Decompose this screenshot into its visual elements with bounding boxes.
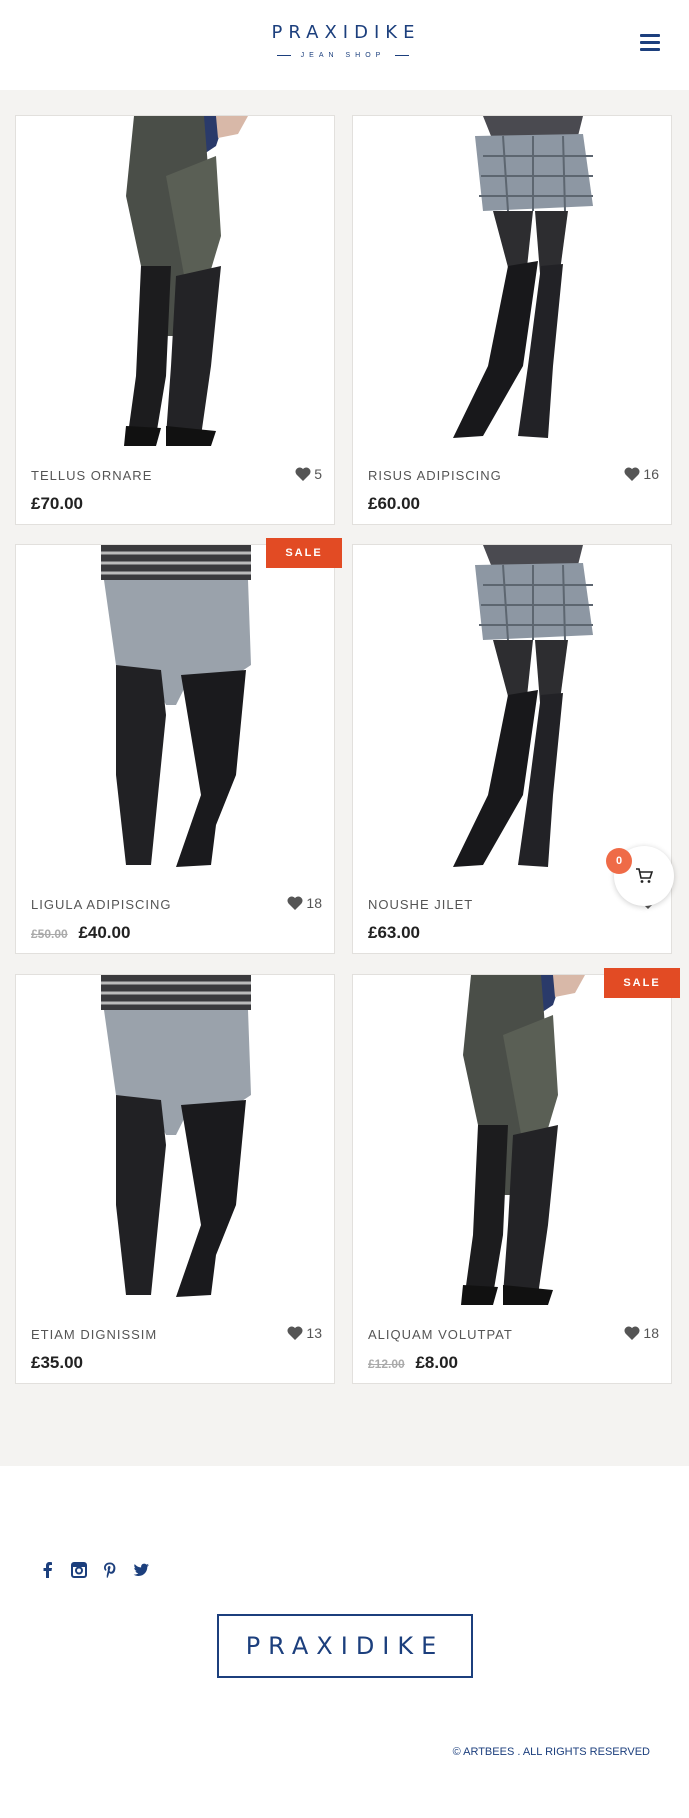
copyright-text: © ARTBEES . ALL RIGHTS RESERVED bbox=[452, 1746, 650, 1758]
product-price: £70.00 bbox=[31, 494, 83, 514]
product-name[interactable]: TELLUS ORNARE bbox=[31, 468, 152, 483]
product-card[interactable]: ETIAM DIGNISSIM 13 £35.00 bbox=[15, 974, 335, 1384]
tagline-dash-right bbox=[395, 55, 410, 56]
product-price: £12.00 £8.00 bbox=[368, 1353, 458, 1373]
product-price: £35.00 bbox=[31, 1353, 83, 1373]
current-price: £63.00 bbox=[368, 923, 420, 942]
product-name[interactable]: RISUS ADIPISCING bbox=[368, 468, 502, 483]
cart-icon bbox=[636, 868, 653, 883]
like-counter[interactable]: 18 bbox=[287, 895, 322, 911]
product-price: £60.00 bbox=[368, 494, 420, 514]
old-price: £50.00 bbox=[31, 927, 68, 941]
heart-icon[interactable] bbox=[295, 467, 311, 481]
sale-badge: SALE bbox=[266, 538, 342, 568]
site-logo[interactable]: PRAXIDIKE JEAN SHOP bbox=[258, 22, 428, 59]
current-price: £40.00 bbox=[78, 923, 131, 942]
footer-logo[interactable]: PRAXIDIKE bbox=[217, 1614, 473, 1678]
product-card[interactable]: RISUS ADIPISCING 16 £60.00 bbox=[352, 115, 672, 525]
heart-icon[interactable] bbox=[624, 1326, 640, 1340]
product-grid: TELLUS ORNARE 5 £70.00 RISUS ADIPISCING bbox=[0, 90, 689, 1466]
old-price: £12.00 bbox=[368, 1357, 405, 1371]
like-counter[interactable]: 18 bbox=[624, 1325, 659, 1341]
current-price: £70.00 bbox=[31, 494, 83, 513]
product-price: £50.00 £40.00 bbox=[31, 923, 130, 943]
like-count: 5 bbox=[314, 466, 322, 482]
like-count: 18 bbox=[306, 895, 322, 911]
like-count: 13 bbox=[306, 1325, 322, 1341]
product-image[interactable] bbox=[16, 116, 334, 456]
like-counter[interactable]: 5 bbox=[295, 466, 322, 482]
like-counter[interactable]: 16 bbox=[624, 466, 659, 482]
site-header: PRAXIDIKE JEAN SHOP bbox=[0, 0, 689, 90]
product-price: £63.00 bbox=[368, 923, 420, 943]
logo-tagline-row: JEAN SHOP bbox=[258, 52, 428, 59]
hamburger-icon[interactable] bbox=[640, 34, 660, 52]
pinterest-icon[interactable] bbox=[100, 1560, 120, 1580]
product-name[interactable]: ETIAM DIGNISSIM bbox=[31, 1327, 157, 1342]
current-price: £35.00 bbox=[31, 1353, 83, 1372]
product-name[interactable]: NOUSHE JILET bbox=[368, 897, 473, 912]
logo-text: PRAXIDIKE bbox=[271, 22, 421, 43]
like-count: 16 bbox=[643, 466, 659, 482]
tagline-dash-left bbox=[276, 55, 291, 56]
product-card[interactable]: SALE ALIQUAM VOLUTPAT 18 £12.00 £8.00 bbox=[352, 968, 680, 1384]
heart-icon[interactable] bbox=[287, 896, 303, 910]
product-name[interactable]: LIGULA ADIPISCING bbox=[31, 897, 172, 912]
facebook-icon[interactable] bbox=[38, 1560, 58, 1580]
product-image[interactable] bbox=[16, 975, 334, 1315]
logo-tagline: JEAN SHOP bbox=[300, 52, 386, 59]
product-card[interactable]: TELLUS ORNARE 5 £70.00 bbox=[15, 115, 335, 525]
current-price: £60.00 bbox=[368, 494, 420, 513]
product-image[interactable] bbox=[353, 975, 671, 1315]
product-image[interactable] bbox=[353, 545, 671, 885]
twitter-icon[interactable] bbox=[131, 1560, 151, 1580]
cart-count-badge: 0 bbox=[606, 848, 632, 874]
product-image[interactable] bbox=[353, 116, 671, 456]
like-counter[interactable]: 13 bbox=[287, 1325, 322, 1341]
social-links bbox=[38, 1560, 162, 1580]
instagram-icon[interactable] bbox=[69, 1560, 89, 1580]
heart-icon[interactable] bbox=[624, 467, 640, 481]
like-count: 18 bbox=[643, 1325, 659, 1341]
heart-icon[interactable] bbox=[287, 1326, 303, 1340]
site-footer: PRAXIDIKE © ARTBEES . ALL RIGHTS RESERVE… bbox=[0, 1466, 689, 1818]
current-price: £8.00 bbox=[415, 1353, 458, 1372]
product-image[interactable] bbox=[16, 545, 334, 885]
sale-badge: SALE bbox=[604, 968, 680, 998]
product-card[interactable]: SALE LIGULA ADIPISCING 18 £50.00 £40.00 bbox=[15, 538, 342, 954]
product-name[interactable]: ALIQUAM VOLUTPAT bbox=[368, 1327, 513, 1342]
